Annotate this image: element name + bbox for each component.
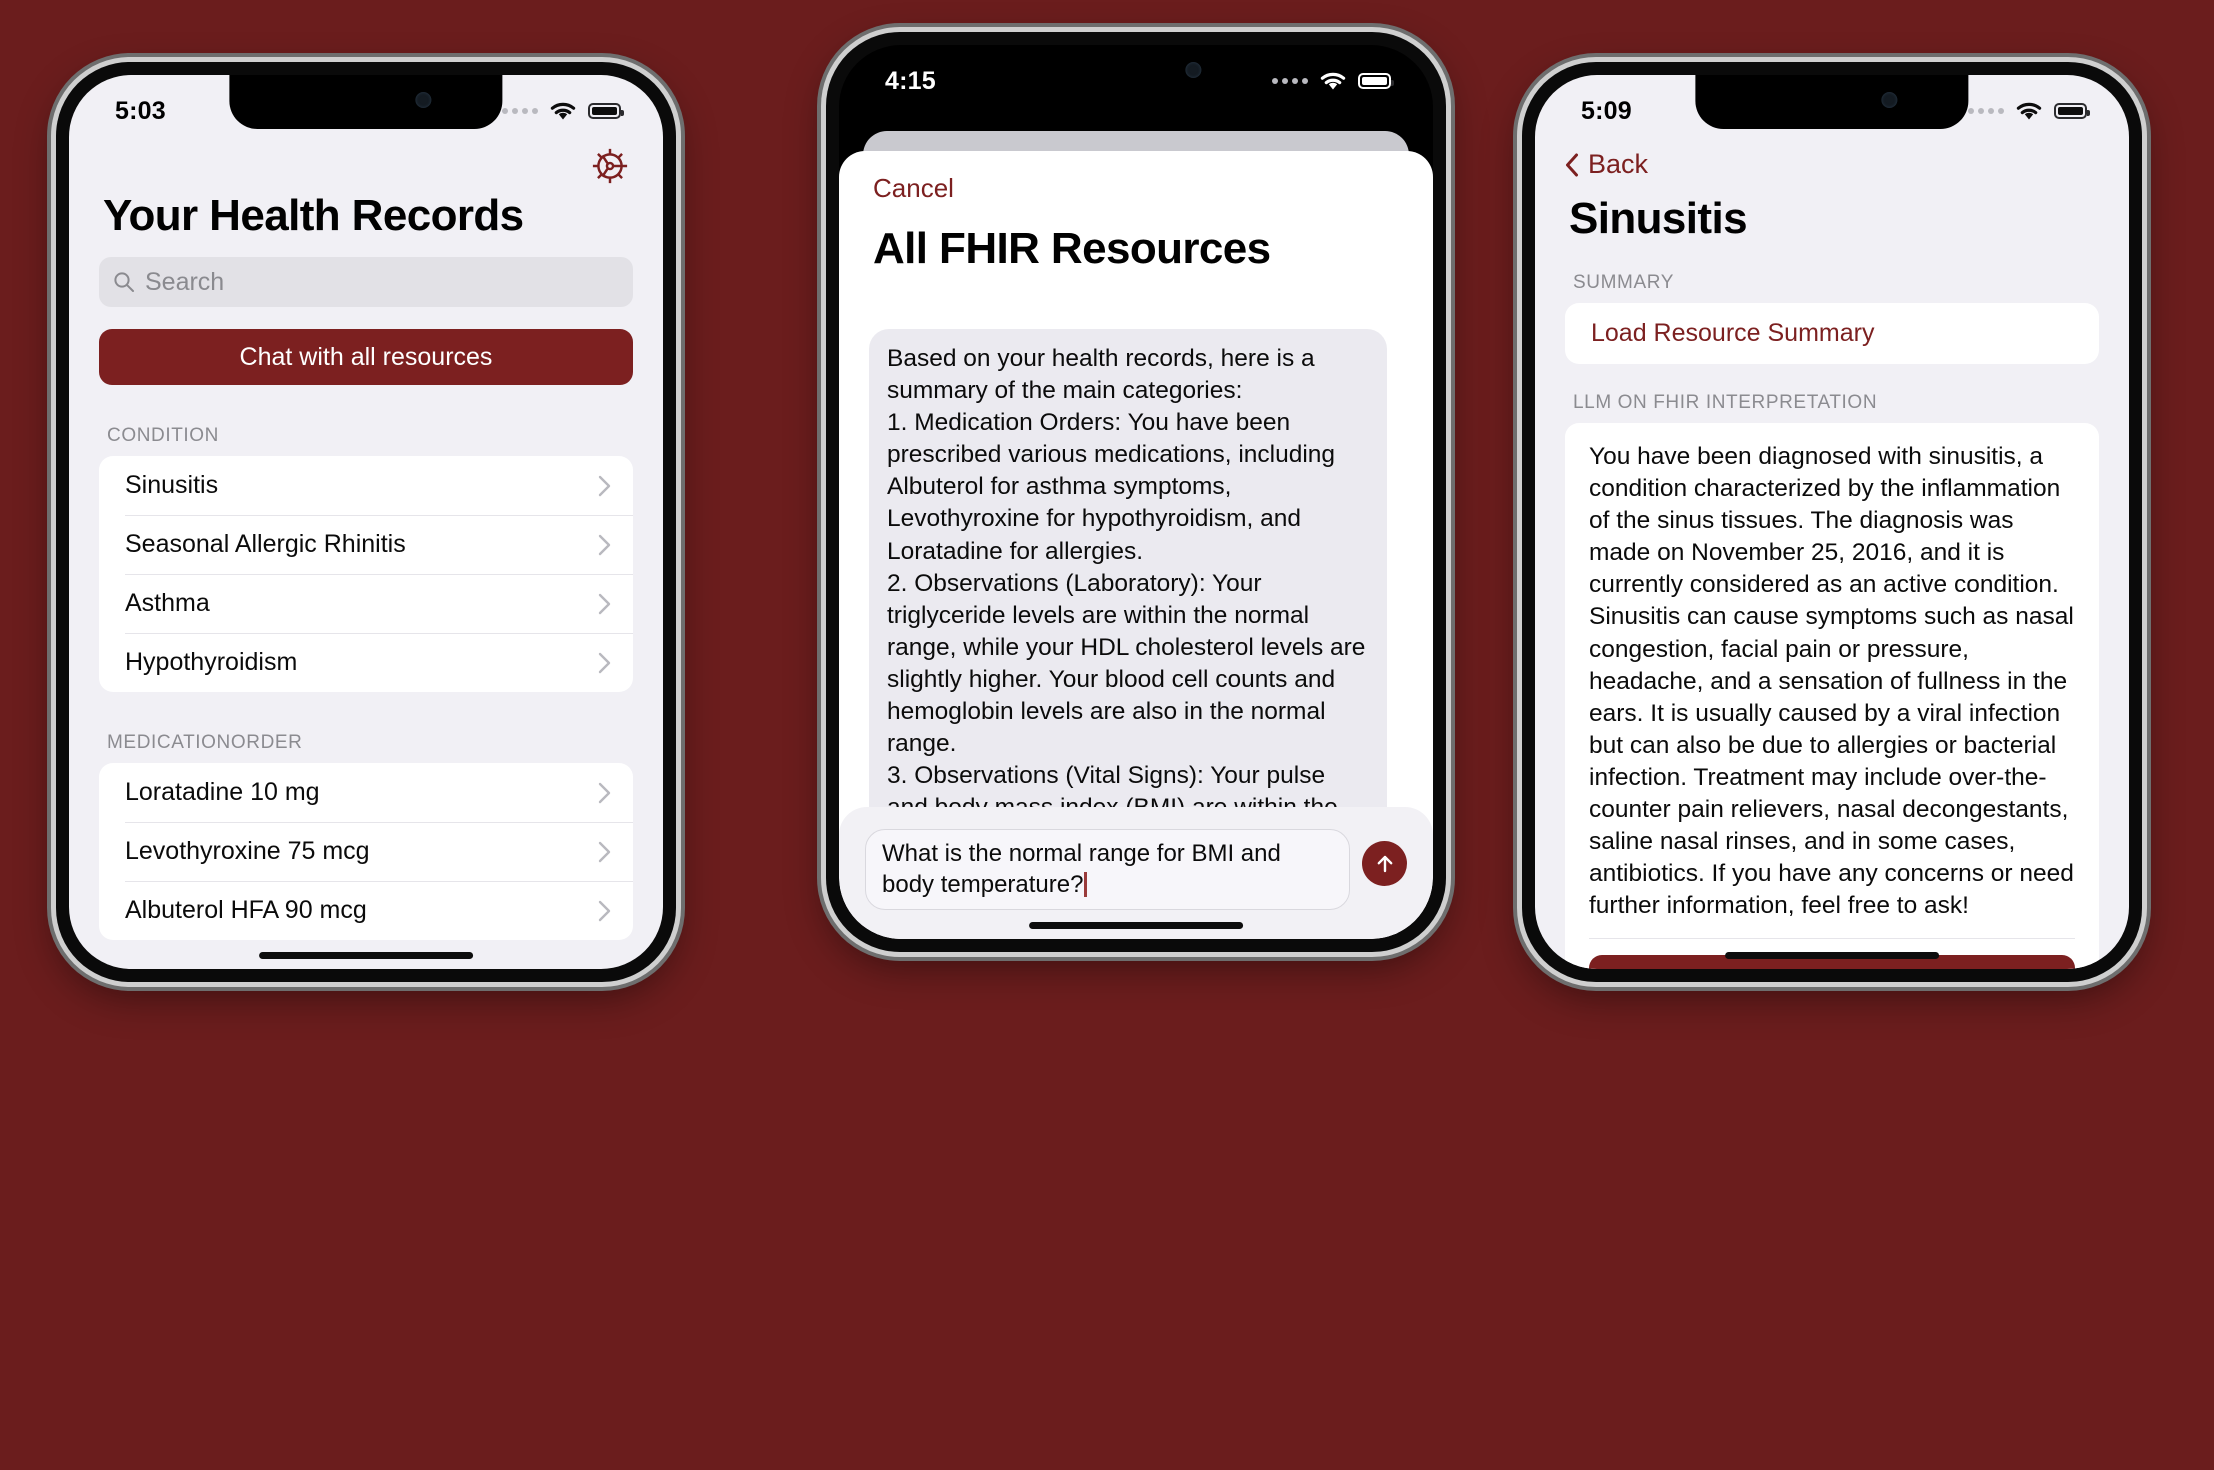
fhir-resources-sheet: Cancel All FHIR Resources Based on your … xyxy=(839,151,1433,939)
home-indicator xyxy=(1725,952,1939,959)
status-time: 4:15 xyxy=(885,66,936,95)
screen-health-records: 5:03 Your Health Records Search Chat wit… xyxy=(69,75,663,969)
list-item-label: Loratadine 10 mg xyxy=(125,778,320,807)
list-item[interactable]: Sinusitis xyxy=(99,456,633,515)
back-button[interactable]: Back xyxy=(1535,133,2129,180)
chat-with-all-resources-button[interactable]: Chat with all resources xyxy=(99,329,633,386)
page-title: All FHIR Resources xyxy=(873,224,1271,273)
interpretation-card: You have been diagnosed with sinusitis, … xyxy=(1565,423,2099,969)
text-caret xyxy=(1084,871,1087,897)
page-title: Your Health Records xyxy=(103,191,524,240)
summary-section-header: SUMMARY xyxy=(1573,272,1674,293)
resource-card: Sinusitis Seasonal Allergic Rhinitis Asthm… xyxy=(99,456,633,693)
chevron-right-icon xyxy=(598,782,611,803)
list-item-label: Hypothyroidism xyxy=(125,648,298,677)
search-icon xyxy=(114,272,134,293)
resource-card: Loratadine 10 mg Levothyroxine 75 mcg Albu… xyxy=(99,763,633,941)
gear-icon[interactable] xyxy=(591,147,629,185)
back-label: Back xyxy=(1588,149,1649,179)
chat-input-value: What is the normal range for BMI and bod… xyxy=(882,840,1281,898)
front-camera-icon xyxy=(415,92,432,108)
home-indicator xyxy=(259,952,473,959)
status-time: 5:03 xyxy=(115,96,166,125)
search-input[interactable]: Search xyxy=(99,257,633,308)
phone-fhir-chat: 4:15 Cancel All FHIR Resources Based on … xyxy=(826,32,1446,952)
wifi-icon xyxy=(2016,102,2042,120)
list-item[interactable]: Seasonal Allergic Rhinitis xyxy=(99,515,633,574)
chevron-right-icon xyxy=(598,841,611,862)
load-resource-summary-button[interactable]: Load Resource Summary xyxy=(1565,303,2099,364)
status-time: 5:09 xyxy=(1581,96,1632,125)
battery-full-icon xyxy=(2054,103,2090,119)
send-button[interactable] xyxy=(1362,841,1407,886)
battery-full-icon xyxy=(588,103,624,119)
chevron-right-icon xyxy=(598,534,611,555)
list-item[interactable]: Levothyroxine 75 mcg xyxy=(99,822,633,881)
chat-input[interactable]: What is the normal range for BMI and bod… xyxy=(865,829,1350,911)
arrow-up-icon xyxy=(1377,855,1392,872)
resource-sections: CONDITION Sinusitis Seasonal Allergic Rhin… xyxy=(69,385,663,969)
chevron-right-icon xyxy=(598,475,611,496)
chevron-right-icon xyxy=(598,900,611,921)
list-item[interactable]: Albuterol HFA 90 mcg xyxy=(99,881,633,940)
cellular-dots-icon xyxy=(1272,78,1308,84)
list-item-label: Albuterol HFA 90 mcg xyxy=(125,896,367,925)
home-indicator xyxy=(1029,922,1243,929)
list-item[interactable]: Hypothyroidism xyxy=(99,633,633,692)
notch xyxy=(999,45,1273,99)
page-title: Sinusitis xyxy=(1569,194,1748,243)
battery-full-icon xyxy=(1358,73,1394,89)
chat-composer: What is the normal range for BMI and bod… xyxy=(839,807,1433,939)
list-item-label: Levothyroxine 75 mcg xyxy=(125,837,370,866)
wifi-icon xyxy=(1320,72,1346,90)
list-item[interactable]: Asthma xyxy=(99,574,633,633)
notch xyxy=(1695,75,1969,129)
section-header: MEDICATIONORDER xyxy=(107,732,303,754)
list-item-label: Sinusitis xyxy=(125,471,219,500)
phone-health-records: 5:03 Your Health Records Search Chat wit… xyxy=(56,62,676,982)
chevron-right-icon xyxy=(598,652,611,673)
screen-condition-detail: 5:09 Back Sinusitis SUMMARY Load Resourc… xyxy=(1535,75,2129,969)
cancel-button[interactable]: Cancel xyxy=(839,151,1433,204)
front-camera-icon xyxy=(1881,92,1898,108)
notch xyxy=(229,75,503,129)
list-item-label: Asthma xyxy=(125,589,210,618)
list-item-label: Seasonal Allergic Rhinitis xyxy=(125,530,406,559)
divider xyxy=(1589,938,2075,940)
chevron-left-icon xyxy=(1566,153,1578,176)
chevron-right-icon xyxy=(598,593,611,614)
summary-card: Load Resource Summary xyxy=(1565,303,2099,364)
wifi-icon xyxy=(550,102,576,120)
interpretation-text: You have been diagnosed with sinusitis, … xyxy=(1589,443,2081,920)
screen-fhir-chat: 4:15 Cancel All FHIR Resources Based on … xyxy=(839,45,1433,939)
section-header: CONDITION xyxy=(107,425,220,447)
search-placeholder: Search xyxy=(145,267,225,296)
cellular-dots-icon xyxy=(502,108,538,114)
front-camera-icon xyxy=(1185,62,1202,78)
cellular-dots-icon xyxy=(1968,108,2004,114)
condition-detail-content: Back Sinusitis SUMMARY Load Resource Sum… xyxy=(1535,133,2129,969)
list-item[interactable]: Loratadine 10 mg xyxy=(99,763,633,822)
phone-condition-detail: 5:09 Back Sinusitis SUMMARY Load Resourc… xyxy=(1522,62,2142,982)
interpretation-section-header: LLM ON FHIR INTERPRETATION xyxy=(1573,392,1878,413)
health-records-content: Your Health Records Search Chat with all… xyxy=(69,133,663,969)
